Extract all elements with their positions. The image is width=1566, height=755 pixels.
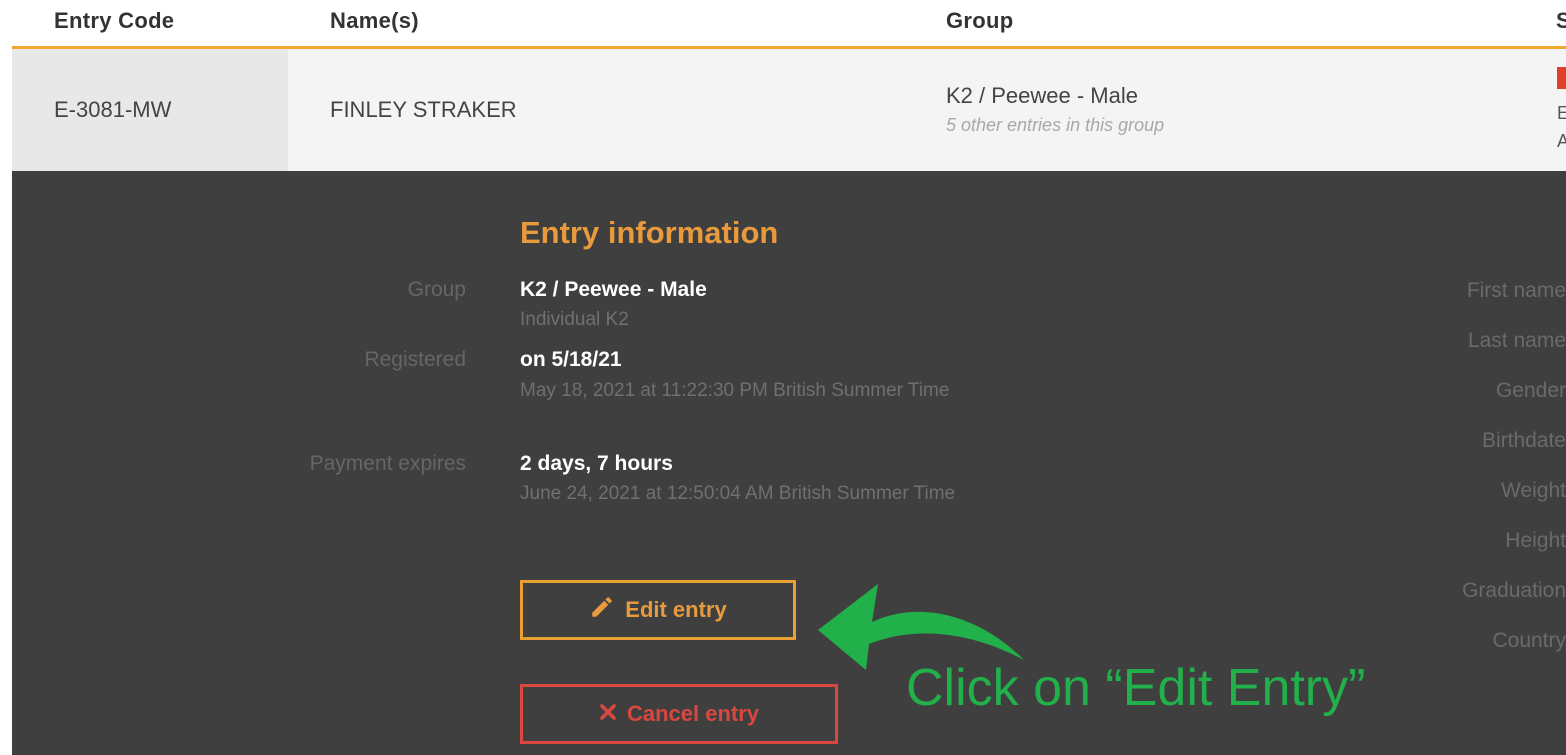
- column-header-group[interactable]: Group: [946, 8, 1014, 34]
- entry-group: K2 / Peewee - Male: [946, 83, 1138, 108]
- right-label-gender: Gender: [1495, 379, 1566, 402]
- annotation-text: Click on “Edit Entry”: [906, 659, 1366, 717]
- edit-entry-button[interactable]: Edit entry: [520, 580, 796, 640]
- field-value-registered: on 5/18/21: [520, 348, 622, 371]
- pencil-icon: [589, 594, 615, 626]
- status-text-line-2: A: [1557, 131, 1566, 151]
- field-value-group: K2 / Peewee - Male: [520, 278, 707, 301]
- entry-names: FINLEY STRAKER: [330, 97, 517, 122]
- field-label-registered: Registered: [364, 348, 466, 371]
- column-header-names[interactable]: Name(s): [330, 8, 419, 34]
- panel-title: Entry information: [520, 215, 779, 250]
- status-badge: [1557, 67, 1566, 89]
- cancel-entry-label: Cancel entry: [626, 701, 760, 726]
- table-header: Entry Code Name(s) Group S: [0, 0, 1566, 48]
- close-icon: [599, 701, 617, 727]
- right-label-birthdate: Birthdate: [1481, 429, 1566, 452]
- cancel-entry-button[interactable]: Cancel entry: [520, 684, 838, 744]
- field-detail-payment-expires: June 24, 2021 at 12:50:04 AM British Sum…: [520, 483, 956, 504]
- right-label-last-name: Last name: [1467, 329, 1566, 352]
- column-header-status[interactable]: S: [1556, 8, 1566, 34]
- entry-code: E-3081-MW: [54, 97, 172, 122]
- right-label-country: Country: [1492, 629, 1566, 652]
- column-header-entry-code[interactable]: Entry Code: [54, 8, 174, 34]
- entry-group-note: 5 other entries in this group: [946, 115, 1165, 135]
- edit-entry-label: Edit entry: [625, 597, 727, 622]
- field-detail-group: Individual K2: [520, 309, 629, 330]
- status-text-line-1: E: [1557, 103, 1566, 123]
- right-label-graduation: Graduation: [1462, 579, 1566, 602]
- field-label-group: Group: [407, 278, 466, 301]
- field-value-payment-expires: 2 days, 7 hours: [520, 452, 673, 475]
- right-label-height: Height: [1505, 529, 1566, 552]
- field-label-payment-expires: Payment expires: [309, 452, 466, 475]
- right-label-weight: Weight: [1501, 479, 1566, 502]
- table-row[interactable]: E-3081-MW FINLEY STRAKER K2 / Peewee - M…: [12, 49, 1566, 171]
- right-label-first-name: First name: [1466, 279, 1566, 302]
- field-detail-registered: May 18, 2021 at 11:22:30 PM British Summ…: [520, 380, 950, 401]
